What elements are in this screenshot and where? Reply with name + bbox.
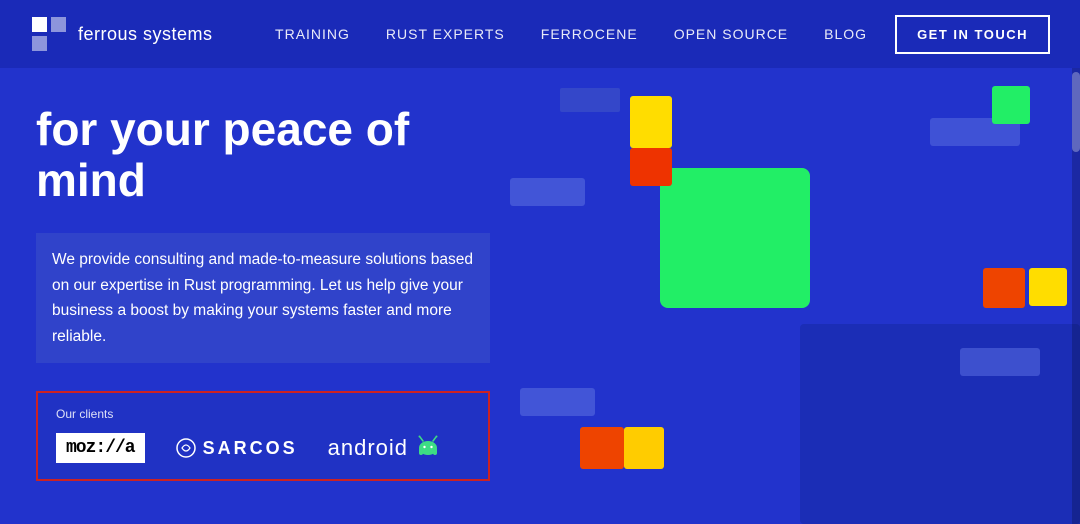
nav-open-source[interactable]: OPEN SOURCE xyxy=(674,26,788,42)
clients-box: Our clients moz://a SARCOS android xyxy=(36,391,490,481)
nav-ferrocene[interactable]: FERROCENE xyxy=(541,26,638,42)
shape-blue-2 xyxy=(520,388,595,416)
scrollbar-thumb[interactable] xyxy=(1072,72,1080,152)
sarcos-icon xyxy=(175,437,197,459)
navbar: ferrous systems TRAINING RUST EXPERTS FE… xyxy=(0,0,1080,68)
mozilla-logo: moz://a xyxy=(56,433,145,463)
hero-description: We provide consulting and made-to-measur… xyxy=(36,233,490,363)
left-panel: for your peace of mind We provide consul… xyxy=(0,68,530,524)
shape-yellow-bottom xyxy=(624,427,664,469)
nav-links: TRAINING RUST EXPERTS FERROCENE OPEN SOU… xyxy=(275,26,867,42)
android-text: android xyxy=(328,435,408,461)
nav-blog[interactable]: BLOG xyxy=(824,26,867,42)
shape-orange-right xyxy=(983,268,1025,308)
shape-blue-4 xyxy=(960,348,1040,376)
nav-training[interactable]: TRAINING xyxy=(275,26,350,42)
shape-indigo-top xyxy=(560,88,620,112)
sarcos-logo: SARCOS xyxy=(175,437,298,459)
brand-name: ferrous systems xyxy=(78,24,213,45)
android-robot-icon xyxy=(414,434,442,462)
logo-area[interactable]: ferrous systems xyxy=(30,15,213,53)
android-logo: android xyxy=(328,434,442,462)
sarcos-text: SARCOS xyxy=(203,438,298,459)
nav-rust-experts[interactable]: RUST EXPERTS xyxy=(386,26,505,42)
shape-orange-bottom xyxy=(580,427,624,469)
get-in-touch-button[interactable]: GET IN TOUCH xyxy=(895,15,1050,54)
shape-yellow-right xyxy=(1029,268,1067,306)
shape-yellow-1 xyxy=(630,96,672,148)
clients-label: Our clients xyxy=(56,407,470,421)
scrollbar[interactable] xyxy=(1072,68,1080,524)
shape-green-small xyxy=(992,86,1030,124)
hero-title: for your peace of mind xyxy=(36,104,490,205)
shape-green-large xyxy=(660,168,810,308)
clients-logos: moz://a SARCOS android xyxy=(56,433,470,463)
ferrous-logo-icon xyxy=(30,15,68,53)
right-panel xyxy=(530,68,1080,524)
shape-red-1 xyxy=(630,148,672,186)
main-content: for your peace of mind We provide consul… xyxy=(0,68,1080,524)
